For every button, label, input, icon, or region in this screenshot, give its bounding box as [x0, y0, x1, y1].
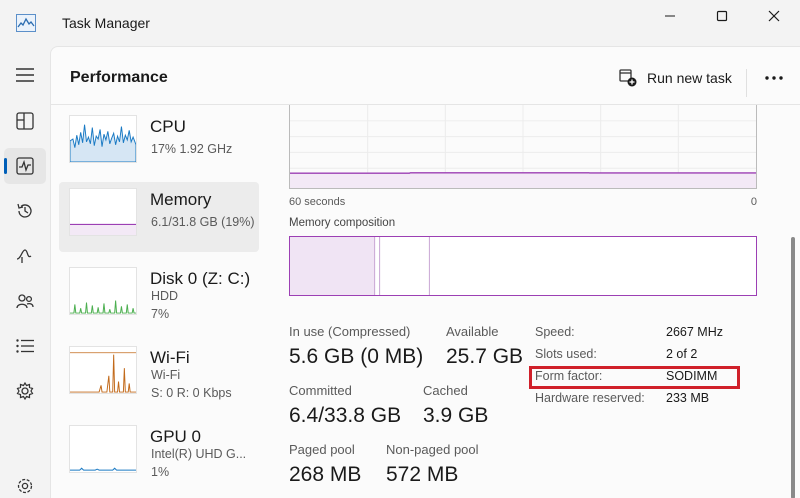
nav-startup-apps[interactable] — [4, 238, 46, 274]
memory-composition-bar — [289, 236, 757, 296]
nav-performance[interactable] — [4, 148, 46, 184]
minimize-icon — [665, 15, 675, 17]
committed-value: 6.4/33.8 GB — [289, 404, 402, 427]
device-name: Disk 0 (Z: C:) — [150, 269, 251, 288]
wifi-thumbnail-graph — [69, 346, 137, 394]
navigation-rail — [0, 46, 50, 498]
run-new-task-button[interactable]: Run new task — [619, 65, 732, 91]
minimize-button[interactable] — [644, 0, 696, 32]
maximize-button[interactable] — [696, 0, 748, 32]
close-button[interactable] — [748, 0, 800, 32]
cached-label: Cached — [423, 383, 468, 398]
paged-pool-label: Paged pool — [289, 442, 355, 457]
device-usage: 7% — [151, 307, 170, 321]
device-list: CPU 17% 1.92 GHz Memory 6.1/31.8 GB (19%… — [51, 105, 261, 498]
non-paged-pool-label: Non-paged pool — [386, 442, 479, 457]
memory-thumbnail-graph — [69, 188, 137, 236]
form-factor-highlight — [529, 366, 740, 389]
users-icon — [16, 294, 34, 309]
toolbar-divider — [746, 69, 747, 97]
startup-apps-icon — [16, 249, 32, 263]
nav-settings[interactable] — [4, 468, 46, 498]
device-wifi[interactable]: Wi-Fi Wi-Fi S: 0 R: 0 Kbps — [59, 340, 259, 410]
memory-usage-graph — [289, 105, 757, 189]
nav-users[interactable] — [4, 283, 46, 319]
page-title: Performance — [70, 69, 168, 86]
details-icon — [16, 339, 34, 353]
slots-used-label: Slots used: — [535, 347, 597, 361]
hardware-reserved-label: Hardware reserved: — [535, 391, 645, 405]
performance-icon — [16, 157, 34, 175]
nav-processes[interactable] — [4, 103, 46, 139]
services-icon — [16, 382, 34, 400]
device-name: GPU 0 — [150, 427, 202, 446]
maximize-icon — [716, 10, 728, 22]
close-icon — [768, 10, 780, 22]
disk-thumbnail-graph — [69, 267, 137, 315]
device-throughput: S: 0 R: 0 Kbps — [151, 386, 232, 400]
device-cpu[interactable]: CPU 17% 1.92 GHz — [59, 109, 259, 179]
device-detail: HDD — [151, 289, 179, 303]
app-history-icon — [17, 203, 32, 218]
in-use-label: In use (Compressed) — [289, 324, 411, 339]
device-disk[interactable]: Disk 0 (Z: C:) HDD 7% — [59, 261, 259, 331]
cached-value: 3.9 GB — [423, 404, 489, 427]
memory-detail-panel: 60 seconds 0 Memory composition In use (… — [289, 105, 759, 498]
run-new-task-icon — [619, 69, 637, 87]
hamburger-menu-button[interactable] — [4, 57, 46, 93]
device-name: CPU — [150, 117, 186, 136]
slots-used-value: 2 of 2 — [666, 347, 698, 361]
device-detail: 6.1/31.8 GB (19%) — [151, 215, 255, 229]
available-value: 25.7 GB — [446, 345, 524, 368]
device-name: Memory — [150, 190, 212, 209]
memory-composition-label: Memory composition — [289, 217, 396, 229]
run-new-task-label: Run new task — [647, 70, 732, 86]
hardware-reserved-value: 233 MB — [666, 391, 710, 405]
committed-label: Committed — [289, 383, 352, 398]
nav-details[interactable] — [4, 328, 46, 364]
paged-pool-value: 268 MB — [289, 463, 362, 486]
non-paged-pool-value: 572 MB — [386, 463, 459, 486]
vertical-scrollbar[interactable] — [791, 237, 795, 498]
task-manager-app-icon — [16, 14, 36, 32]
device-name: Wi-Fi — [150, 348, 190, 367]
window-title: Task Manager — [62, 15, 150, 31]
device-detail: Intel(R) UHD G... — [151, 447, 247, 461]
speed-value: 2667 MHz — [666, 325, 723, 339]
available-label: Available — [446, 324, 499, 339]
device-memory[interactable]: Memory 6.1/31.8 GB (19%) — [59, 182, 259, 252]
speed-label: Speed: — [535, 325, 575, 339]
title-bar: Task Manager — [0, 0, 800, 46]
more-options-icon — [765, 76, 783, 80]
cpu-thumbnail-graph — [69, 115, 137, 163]
nav-app-history[interactable] — [4, 193, 46, 229]
device-detail: Wi-Fi — [151, 368, 181, 382]
processes-icon — [16, 112, 34, 130]
content-panel: Performance Run new task CPU 17% 1.92 GH… — [50, 46, 800, 498]
device-detail: 17% 1.92 GHz — [151, 142, 233, 156]
settings-icon — [17, 478, 33, 494]
device-usage: 1% — [151, 465, 170, 479]
nav-services[interactable] — [4, 373, 46, 409]
graph-time-end: 0 — [750, 196, 757, 208]
gpu-thumbnail-graph — [69, 425, 137, 473]
device-gpu[interactable]: GPU 0 Intel(R) UHD G... 1% — [59, 419, 259, 489]
in-use-value: 5.6 GB (0 MB) — [289, 345, 424, 368]
more-options-button[interactable] — [759, 65, 789, 91]
hamburger-icon — [16, 68, 34, 82]
graph-time-scale: 60 seconds — [289, 196, 346, 208]
